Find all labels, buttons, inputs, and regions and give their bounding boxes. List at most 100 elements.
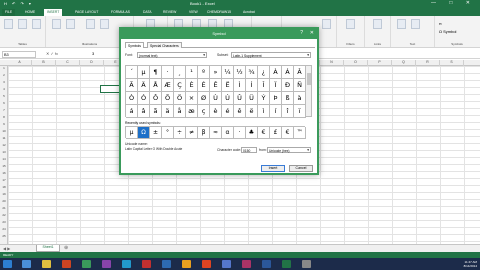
symbol-cell[interactable]: ä [162,105,174,118]
sparkline-icon[interactable] [322,19,331,29]
table-icon[interactable] [32,19,41,29]
row-header[interactable]: 24 [0,227,8,234]
close-icon[interactable]: ✕ [310,30,314,36]
ie-icon[interactable] [22,260,31,268]
tab-chemdraw[interactable]: CHEMDRAW15 [204,9,234,16]
symbol-cell[interactable]: Ê [210,79,222,92]
row-header[interactable]: 23 [0,220,8,227]
tab-insert[interactable]: INSERT [44,9,63,16]
symbol-cell[interactable]: î [282,105,294,118]
recent-symbol-cell[interactable]: ≠ [186,127,198,139]
symbol-cell[interactable]: µ [138,66,150,79]
recent-symbol-cell[interactable]: ♣ [246,127,258,139]
symbol-cell[interactable]: Ó [138,92,150,105]
symbol-cell[interactable]: ¸ [174,66,186,79]
row-header[interactable]: 8 [0,115,8,122]
recent-symbol-cell[interactable]: € [282,127,294,139]
recent-symbol-cell[interactable]: β [198,127,210,139]
sheet-tab[interactable]: Sheet1 [36,245,60,252]
symbol-cell[interactable]: Û [234,92,246,105]
symbol-cell[interactable]: Ý [258,92,270,105]
app-icon-navy[interactable] [162,260,171,268]
symbol-cell[interactable]: Ï [270,79,282,92]
symbol-cell[interactable]: ã [150,105,162,118]
tab-file[interactable]: FILE [2,9,16,16]
add-sheet-icon[interactable]: ⊕ [64,245,68,251]
symbol-cell[interactable]: Á [282,66,294,79]
font-select[interactable]: (normal text) ▾ [137,52,207,58]
name-box[interactable]: B3 [2,51,36,58]
symbol-cell[interactable]: º [198,66,210,79]
row-header[interactable]: 20 [0,199,8,206]
tab-symbols[interactable]: Symbols [125,42,145,48]
row-header[interactable]: 14 [0,157,8,164]
window-controls[interactable]: — □ ✕ [431,0,476,6]
symbol-cell[interactable]: Ç [174,79,186,92]
pivot-table-icon[interactable] [4,19,13,29]
symbol-cell[interactable]: ì [258,105,270,118]
symbol-cell[interactable]: Æ [162,79,174,92]
help-icon[interactable]: ? [300,30,303,36]
slicer-icon[interactable] [346,19,355,29]
online-pictures-icon[interactable] [66,19,75,29]
row-header[interactable]: 22 [0,213,8,220]
row-header[interactable]: 7 [0,108,8,115]
from-select[interactable]: Unicode (hex) ▾ [267,147,311,153]
app-icon-blue[interactable] [122,260,131,268]
app-icon-green[interactable] [82,260,91,268]
row-header[interactable]: 6 [0,101,8,108]
symbol-cell[interactable]: Ì [234,79,246,92]
row-header[interactable]: 21 [0,206,8,213]
app-icon-periwinkle[interactable] [222,260,231,268]
shapes-icon[interactable] [86,19,95,29]
tab-acrobat[interactable]: Acrobat [240,9,258,16]
symbol-cell[interactable]: Ä [138,79,150,92]
row-header[interactable]: 16 [0,171,8,178]
symbol-button[interactable]: Ω Symbol [439,29,456,34]
symbol-cell[interactable]: ½ [234,66,246,79]
tab-data[interactable]: DATA [140,9,155,16]
symbol-cell[interactable]: ç [198,105,210,118]
symbol-cell[interactable]: è [210,105,222,118]
symbol-cell[interactable]: Í [246,79,258,92]
symbol-cell[interactable]: á [126,105,138,118]
symbol-cell[interactable]: Þ [270,92,282,105]
app-icon-orange[interactable] [182,260,191,268]
acrobat-icon[interactable] [142,260,151,268]
symbol-cell[interactable]: Ë [222,79,234,92]
symbol-cell[interactable]: À [270,66,282,79]
tab-special-characters[interactable]: Special Characters [147,42,182,48]
recent-symbol-cell[interactable]: ™ [294,127,306,139]
recent-symbol-cell[interactable]: £ [270,127,282,139]
symbol-cell[interactable]: » [210,66,222,79]
symbol-cell[interactable]: í [270,105,282,118]
symbol-cell[interactable]: æ [186,105,198,118]
recommended-pivot-icon[interactable] [18,19,27,29]
recent-symbol-cell[interactable]: ≈ [210,127,222,139]
explorer-icon[interactable] [42,260,51,268]
row-header[interactable]: 17 [0,178,8,185]
symbol-cell[interactable]: É [198,79,210,92]
tab-formulas[interactable]: FORMULAS [108,9,133,16]
tab-view[interactable]: VIEW [186,9,201,16]
symbol-cell[interactable]: ¿ [258,66,270,79]
symbol-cell[interactable]: ¹ [186,66,198,79]
recent-symbol-cell[interactable]: µ [126,127,138,139]
symbol-cell[interactable]: Ö [174,92,186,105]
app-icon-magenta[interactable] [242,260,251,268]
row-header[interactable]: 12 [0,143,8,150]
symbol-cell[interactable]: Å [150,79,162,92]
textbox-icon[interactable] [397,19,406,29]
symbol-cell[interactable]: Ô [150,92,162,105]
symbol-cell[interactable]: ë [246,105,258,118]
word-icon[interactable] [262,260,271,268]
row-header[interactable]: 9 [0,122,8,129]
symbol-cell[interactable]: ´ [126,66,138,79]
symbol-cell[interactable]: × [186,92,198,105]
symbol-cell[interactable]: ß [282,92,294,105]
powerpoint-icon[interactable] [62,260,71,268]
recent-symbol-cell[interactable]: ° [162,127,174,139]
symbol-cell[interactable]: Ò [126,92,138,105]
subset-select[interactable]: Latin-1 Supplement ▾ [231,52,311,58]
symbol-cell[interactable]: ¾ [246,66,258,79]
